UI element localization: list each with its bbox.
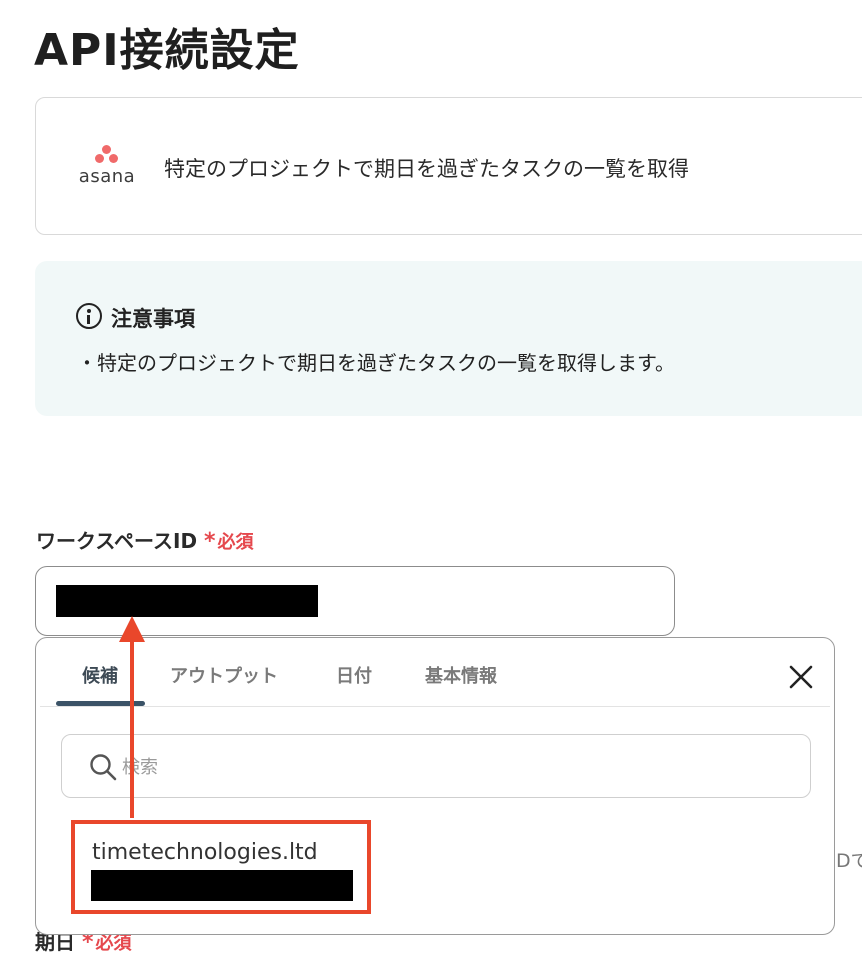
asana-dots-icon: [95, 144, 119, 166]
notice-body: ・特定のプロジェクトで期日を過ぎたタスクの一覧を取得します。: [77, 351, 675, 375]
close-icon[interactable]: [786, 662, 816, 692]
tab-basic-info[interactable]: 基本情報: [425, 662, 497, 688]
notice-heading: 注意事項: [111, 307, 195, 331]
active-tab-indicator: [56, 701, 145, 706]
notice-box: 注意事項 ・特定のプロジェクトで期日を過ぎたタスクの一覧を取得します。: [35, 261, 862, 416]
required-badge: * 必須: [82, 930, 132, 955]
required-text: 必須: [217, 532, 254, 553]
tab-candidates[interactable]: 候補: [82, 662, 118, 688]
partial-help-text: Dで: [836, 850, 862, 872]
tab-output[interactable]: アウトプット: [170, 662, 278, 688]
search-box[interactable]: [61, 734, 811, 798]
workspace-id-input[interactable]: [35, 566, 675, 636]
required-star: *: [204, 529, 216, 554]
page: API接続設定 asana 特定のプロジェクトで期日を過ぎたタスクの一覧を取得 …: [0, 0, 862, 956]
workspace-id-label: ワークスペースID * 必須: [36, 525, 254, 554]
required-badge: * 必須: [204, 529, 254, 554]
search-icon: [90, 754, 117, 781]
workspace-id-label-text: ワークスペースID: [36, 529, 198, 553]
search-input[interactable]: [122, 747, 782, 787]
page-title: API接続設定: [34, 25, 300, 76]
asana-logo: asana: [76, 144, 138, 188]
value-picker-popover: 候補 アウトプット 日付 基本情報 timetechnologies.ltd: [35, 637, 835, 935]
asana-wordmark: asana: [78, 166, 136, 187]
app-action-label: 特定のプロジェクトで期日を過ぎたタスクの一覧を取得: [164, 157, 689, 181]
tab-date[interactable]: 日付: [336, 662, 372, 688]
required-text: 必須: [95, 933, 132, 954]
info-circle-icon: [76, 303, 102, 329]
annotation-highlight-box: [71, 820, 371, 914]
picker-tabs: 候補 アウトプット 日付 基本情報: [40, 638, 830, 707]
redacted-value: [56, 585, 318, 617]
app-action-card: asana 特定のプロジェクトで期日を過ぎたタスクの一覧を取得: [35, 97, 862, 235]
